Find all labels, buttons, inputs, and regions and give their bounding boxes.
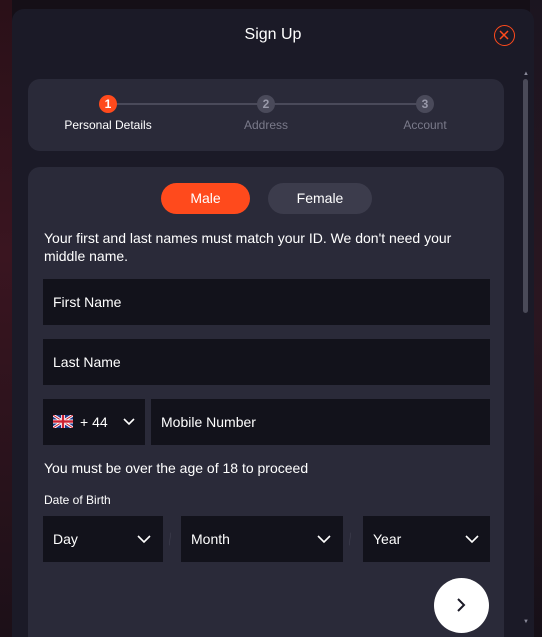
chevron-down-icon xyxy=(317,535,331,544)
year-placeholder: Year xyxy=(373,531,402,547)
month-select[interactable]: Month xyxy=(181,516,343,562)
first-name-placeholder: First Name xyxy=(53,294,122,310)
phone-code-value: + 44 xyxy=(80,414,108,430)
next-button[interactable] xyxy=(434,578,489,633)
close-button[interactable] xyxy=(494,25,515,46)
step-label: Personal Details xyxy=(64,118,152,132)
signup-modal: Sign Up 1 Personal Details 2 Address 3 A… xyxy=(12,9,534,637)
step-label: Account xyxy=(403,118,447,132)
age-notice: You must be over the age of 18 to procee… xyxy=(44,460,309,476)
dob-label: Date of Birth xyxy=(44,493,111,507)
first-name-field[interactable]: First Name xyxy=(43,279,490,325)
scroll-thumb[interactable] xyxy=(523,79,528,313)
personal-details-form: Male Female Your first and last names mu… xyxy=(28,167,504,637)
chevron-down-icon xyxy=(123,418,135,426)
date-divider xyxy=(169,532,171,546)
chevron-right-icon xyxy=(457,598,466,612)
name-info-text: Your first and last names must match you… xyxy=(44,230,452,264)
scroll-down-icon[interactable]: ▼ xyxy=(523,619,529,625)
uk-flag-icon xyxy=(53,415,73,428)
scroll-up-icon[interactable]: ▲ xyxy=(523,71,529,77)
date-divider xyxy=(349,532,351,546)
stepper: 1 Personal Details 2 Address 3 Account xyxy=(28,79,504,151)
step-label: Address xyxy=(243,118,289,132)
male-button[interactable]: Male xyxy=(161,183,250,214)
step-number: 1 xyxy=(99,95,117,113)
page-background-left xyxy=(0,0,12,637)
step-address: 2 Address xyxy=(196,95,336,132)
chevron-down-icon xyxy=(137,535,151,544)
year-select[interactable]: Year xyxy=(363,516,490,562)
step-account: 3 Account xyxy=(355,95,495,132)
chevron-down-icon xyxy=(465,535,479,544)
close-icon xyxy=(499,30,509,40)
modal-title: Sign Up xyxy=(244,26,302,43)
mobile-number-placeholder: Mobile Number xyxy=(161,414,256,430)
step-number: 3 xyxy=(416,95,434,113)
phone-code-select[interactable]: + 44 xyxy=(43,399,145,445)
step-number: 2 xyxy=(257,95,275,113)
mobile-number-field[interactable]: Mobile Number xyxy=(151,399,490,445)
female-button[interactable]: Female xyxy=(268,183,372,214)
step-personal-details: 1 Personal Details xyxy=(38,95,178,132)
day-select[interactable]: Day xyxy=(43,516,163,562)
last-name-placeholder: Last Name xyxy=(53,354,121,370)
scrollbar[interactable]: ▲ ▼ xyxy=(522,71,529,631)
day-placeholder: Day xyxy=(53,531,78,547)
last-name-field[interactable]: Last Name xyxy=(43,339,490,385)
month-placeholder: Month xyxy=(191,531,230,547)
